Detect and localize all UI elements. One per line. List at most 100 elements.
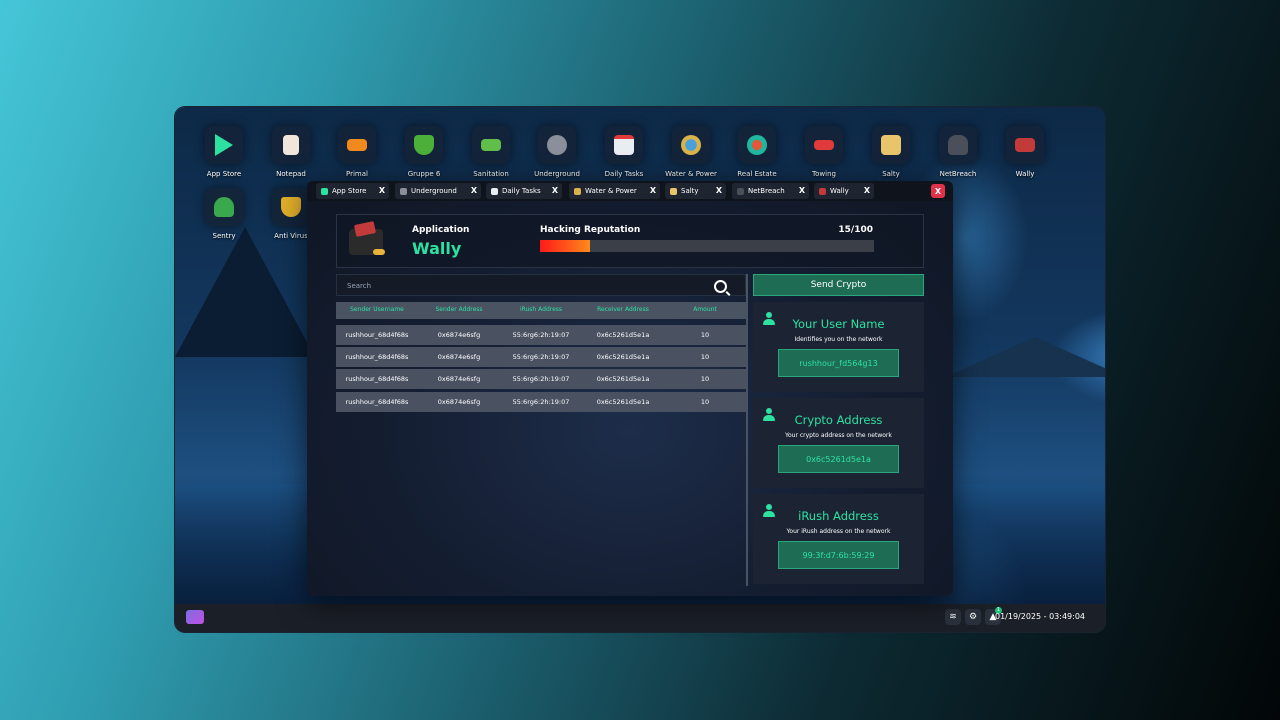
cell-amount: 10 xyxy=(700,375,710,383)
cell-sender-address: 0x6874e6sfg xyxy=(437,375,481,383)
hacking-reputation-value: 15/100 xyxy=(838,225,873,235)
salty-icon xyxy=(670,187,677,195)
desktop-icon-underground[interactable]: Underground xyxy=(529,126,585,178)
cell-amount: 10 xyxy=(700,398,710,406)
desktop-icon-daily-tasks[interactable]: Daily Tasks xyxy=(596,126,652,178)
app-header: Application Wally Hacking Reputation 15/… xyxy=(336,214,924,268)
table-row[interactable]: rushhour_68d4f68s 0x6874e6sfg 55:6rg6:2h… xyxy=(336,347,746,367)
irush-address-value[interactable]: 99:3f:d7:6b:59:29 xyxy=(778,541,899,569)
column-receiver-address: Receiver Address xyxy=(597,306,649,313)
desktop-icon-gruppe-6[interactable]: Gruppe 6 xyxy=(396,126,452,178)
desktop-icon-sanitation[interactable]: Sanitation xyxy=(463,126,519,178)
cell-irush-address: 55:6rg6:2h:19:07 xyxy=(512,331,570,339)
tab-bar: App Store X Underground X Daily Tasks X … xyxy=(307,181,953,201)
water-power-logo-icon xyxy=(681,135,701,155)
cell-receiver-address: 0x6c5261d5e1a xyxy=(596,398,650,406)
cell-sender-username: rushhour_68d4f68s xyxy=(345,375,409,383)
application-label: Application xyxy=(412,225,470,235)
tab-close-button[interactable]: X xyxy=(552,186,558,195)
wally-window: App Store X Underground X Daily Tasks X … xyxy=(307,181,953,596)
table-row[interactable]: rushhour_68d4f68s 0x6874e6sfg 55:6rg6:2h… xyxy=(336,369,746,389)
mountain-right xyxy=(945,337,1105,377)
wifi-icon[interactable]: ≋ xyxy=(945,609,961,625)
hacking-reputation-label: Hacking Reputation xyxy=(540,225,641,235)
cell-sender-username: rushhour_68d4f68s xyxy=(345,331,409,339)
card-title: Crypto Address xyxy=(794,413,883,427)
cell-receiver-address: 0x6c5261d5e1a xyxy=(596,375,650,383)
desktop-icon-notepad[interactable]: Notepad xyxy=(263,126,319,178)
wallet-icon xyxy=(819,187,826,195)
table-row[interactable]: rushhour_68d4f68s 0x6874e6sfg 55:6rg6:2h… xyxy=(336,392,746,412)
garbage-truck-icon xyxy=(481,139,501,151)
desktop-icon-primal[interactable]: Primal xyxy=(329,126,385,178)
tab-close-button[interactable]: X xyxy=(716,186,722,195)
play-icon xyxy=(215,134,233,156)
crypto-address-card: Crypto Address Your crypto address on th… xyxy=(753,398,924,488)
card-subtitle: Your crypto address on the network xyxy=(785,432,892,439)
irush-address-card: iRush Address Your iRush address on the … xyxy=(753,494,924,584)
panel-divider xyxy=(746,274,748,586)
tab-wally[interactable]: Wally X xyxy=(814,183,874,199)
desktop-icon-salty[interactable]: Salty xyxy=(863,126,919,178)
cell-receiver-address: 0x6c5261d5e1a xyxy=(596,331,650,339)
cell-amount: 10 xyxy=(700,331,710,339)
desktop-icon-towing[interactable]: Towing xyxy=(796,126,852,178)
salty-icon xyxy=(881,135,901,155)
wallet-logo-icon xyxy=(349,221,385,255)
netbreach-icon xyxy=(737,187,744,195)
gear-icon[interactable]: ⚙ xyxy=(965,609,981,625)
desktop-icon-real-estate[interactable]: Real Estate xyxy=(729,126,785,178)
tab-close-button[interactable]: X xyxy=(379,186,385,195)
tab-netbreach[interactable]: NetBreach X xyxy=(732,183,809,199)
card-title: Your User Name xyxy=(792,317,885,331)
truck-icon xyxy=(347,139,367,151)
desktop-icon-wally[interactable]: Wally xyxy=(997,126,1053,178)
tab-salty[interactable]: Salty X xyxy=(665,183,726,199)
calendar-icon xyxy=(491,187,498,195)
tab-close-button[interactable]: X xyxy=(471,186,477,195)
column-sender-address: Sender Address xyxy=(435,306,483,313)
application-name: Wally xyxy=(412,239,462,258)
water-power-icon xyxy=(574,187,581,195)
column-sender-username: Sender Username xyxy=(350,306,404,313)
notepad-icon xyxy=(283,135,299,155)
search-input[interactable] xyxy=(345,279,709,293)
hacking-reputation-bar xyxy=(540,240,874,252)
tab-close-button[interactable]: X xyxy=(650,186,656,195)
cell-sender-address: 0x6874e6sfg xyxy=(437,353,481,361)
send-crypto-button[interactable]: Send Crypto xyxy=(753,274,924,296)
cell-irush-address: 55:6rg6:2h:19:07 xyxy=(512,353,570,361)
tab-close-button[interactable]: X xyxy=(799,186,805,195)
clock: 01/19/2025 - 03:49:04 xyxy=(994,612,1085,621)
column-amount: Amount xyxy=(693,306,717,313)
desktop-icon-app-store[interactable]: App Store xyxy=(196,126,252,178)
crypto-address-value[interactable]: 0x6c5261d5e1a xyxy=(778,445,899,473)
cell-sender-username: rushhour_68d4f68s xyxy=(345,353,409,361)
calendar-icon xyxy=(614,135,634,155)
start-button[interactable] xyxy=(186,610,204,624)
underground-icon xyxy=(400,187,407,195)
card-title: iRush Address xyxy=(798,509,879,523)
wallet-icon xyxy=(1015,138,1035,152)
taskbar: ≋ ⚙ ▲ 1 01/19/2025 - 03:49:04 xyxy=(175,604,1105,632)
app-store-icon xyxy=(321,187,328,195)
cell-irush-address: 55:6rg6:2h:19:07 xyxy=(512,398,570,406)
tab-daily-tasks[interactable]: Daily Tasks X xyxy=(486,183,562,199)
house-icon xyxy=(747,135,767,155)
table-row[interactable]: rushhour_68d4f68s 0x6874e6sfg 55:6rg6:2h… xyxy=(336,325,746,345)
tab-underground[interactable]: Underground X xyxy=(395,183,481,199)
cell-sender-address: 0x6874e6sfg xyxy=(437,331,481,339)
search-icon[interactable] xyxy=(714,280,727,293)
tab-app-store[interactable]: App Store X xyxy=(316,183,389,199)
tab-water-power[interactable]: Water & Power X xyxy=(569,183,660,199)
desktop-icon-sentry[interactable]: Sentry xyxy=(196,188,252,240)
desktop-icon-water-power[interactable]: Water & Power xyxy=(663,126,719,178)
close-window-button[interactable]: X xyxy=(931,184,945,198)
cell-amount: 10 xyxy=(700,353,710,361)
tab-close-button[interactable]: X xyxy=(864,186,870,195)
desktop-icon-netbreach[interactable]: NetBreach xyxy=(930,126,986,178)
sentry-icon xyxy=(214,197,234,217)
user-name-value[interactable]: rushhour_fd564g13 xyxy=(778,349,899,377)
cell-receiver-address: 0x6c5261d5e1a xyxy=(596,353,650,361)
card-subtitle: Your iRush address on the network xyxy=(786,528,891,535)
